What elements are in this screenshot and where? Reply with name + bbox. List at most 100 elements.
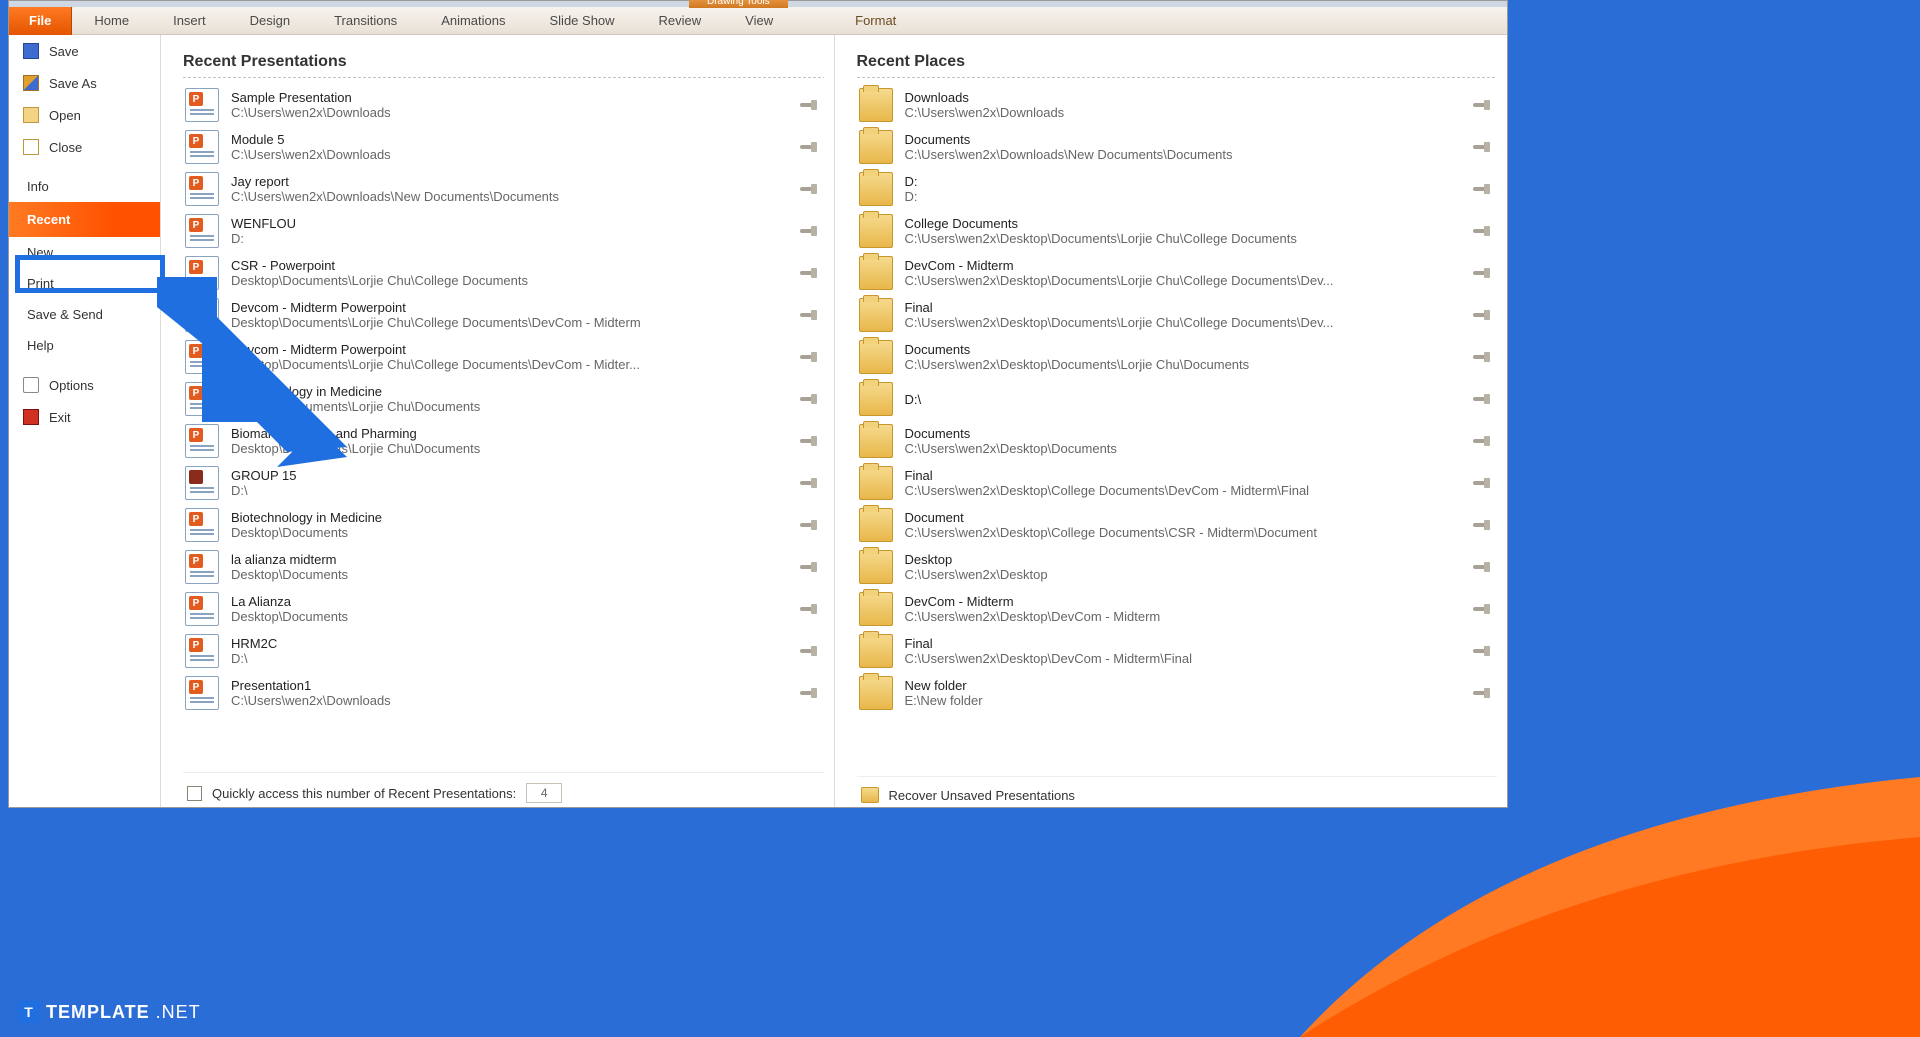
recent-place-item[interactable]: FinalC:\Users\wen2x\Desktop\College Docu… xyxy=(857,462,1494,504)
recent-presentation-item[interactable]: Devcom - Midterm PowerpointDesktop\Docum… xyxy=(183,294,820,336)
sidebar-save[interactable]: Save xyxy=(9,35,160,67)
tab-file[interactable]: File xyxy=(9,7,72,35)
pin-icon[interactable] xyxy=(1473,266,1491,280)
pin-icon[interactable] xyxy=(800,686,818,700)
recent-presentation-item[interactable]: Sample PresentationC:\Users\wen2x\Downlo… xyxy=(183,84,820,126)
quick-access-checkbox[interactable] xyxy=(187,786,202,801)
recent-places-list[interactable]: DownloadsC:\Users\wen2x\DownloadsDocumen… xyxy=(857,84,1498,776)
sidebar-save-as[interactable]: Save As xyxy=(9,67,160,99)
watermark: T TEMPLATE.NET xyxy=(18,1001,201,1023)
sidebar-close[interactable]: Close xyxy=(9,131,160,163)
recent-place-item[interactable]: DevCom - MidtermC:\Users\wen2x\Desktop\D… xyxy=(857,252,1494,294)
pin-icon[interactable] xyxy=(1473,308,1491,322)
sidebar-info[interactable]: Info xyxy=(9,171,160,202)
recent-presentation-item[interactable]: WENFLOUD: xyxy=(183,210,820,252)
pin-icon[interactable] xyxy=(1473,98,1491,112)
sidebar-help[interactable]: Help xyxy=(9,330,160,361)
sidebar-saveas-label: Save As xyxy=(49,76,97,91)
tab-transitions[interactable]: Transitions xyxy=(312,13,419,28)
pin-icon[interactable] xyxy=(800,434,818,448)
pin-icon[interactable] xyxy=(800,266,818,280)
recent-place-item[interactable]: College DocumentsC:\Users\wen2x\Desktop\… xyxy=(857,210,1494,252)
place-name: Final xyxy=(905,300,1462,315)
recent-presentation-item[interactable]: Jay reportC:\Users\wen2x\Downloads\New D… xyxy=(183,168,820,210)
recent-place-item[interactable]: D:D: xyxy=(857,168,1494,210)
recent-place-item[interactable]: FinalC:\Users\wen2x\Desktop\Documents\Lo… xyxy=(857,294,1494,336)
recent-place-item[interactable]: DocumentsC:\Users\wen2x\Desktop\Document… xyxy=(857,336,1494,378)
recent-presentation-item[interactable]: Devcom - Midterm PowerpointDesktop\Docum… xyxy=(183,336,820,378)
tab-slide-show[interactable]: Slide Show xyxy=(528,13,637,28)
recent-presentation-item[interactable]: HRM2CD:\ xyxy=(183,630,820,672)
pin-icon[interactable] xyxy=(800,350,818,364)
pin-icon[interactable] xyxy=(1473,602,1491,616)
sidebar-recent[interactable]: Recent xyxy=(9,202,160,237)
file-name: Biotechnology in Medicine xyxy=(231,510,788,525)
pin-icon[interactable] xyxy=(800,602,818,616)
pin-icon[interactable] xyxy=(1473,686,1491,700)
recent-place-item[interactable]: New folderE:\New folder xyxy=(857,672,1494,714)
recent-presentation-item[interactable]: Biotechnology in MedicineDesktop\Documen… xyxy=(183,504,820,546)
recent-presentation-item[interactable]: Biomanufacturing and PharmingDesktop\Doc… xyxy=(183,420,820,462)
row-text: DevCom - MidtermC:\Users\wen2x\Desktop\D… xyxy=(905,594,1462,624)
recent-presentation-item[interactable]: CSR - PowerpointDesktop\Documents\Lorjie… xyxy=(183,252,820,294)
tab-animations[interactable]: Animations xyxy=(419,13,527,28)
recent-presentation-item[interactable]: la alianza midtermDesktop\Documents xyxy=(183,546,820,588)
row-text: Presentation1C:\Users\wen2x\Downloads xyxy=(231,678,788,708)
pin-icon[interactable] xyxy=(1473,350,1491,364)
recent-presentation-item[interactable]: GROUP 15D:\ xyxy=(183,462,820,504)
tab-design[interactable]: Design xyxy=(228,13,312,28)
recent-place-item[interactable]: DocumentsC:\Users\wen2x\Downloads\New Do… xyxy=(857,126,1494,168)
pin-icon[interactable] xyxy=(800,308,818,322)
pin-icon[interactable] xyxy=(1473,476,1491,490)
pin-icon[interactable] xyxy=(1473,518,1491,532)
recent-place-item[interactable]: DesktopC:\Users\wen2x\Desktop xyxy=(857,546,1494,588)
pin-icon[interactable] xyxy=(800,476,818,490)
recent-presentation-item[interactable]: La AlianzaDesktop\Documents xyxy=(183,588,820,630)
pin-icon[interactable] xyxy=(1473,182,1491,196)
recent-presentation-item[interactable]: Presentation1C:\Users\wen2x\Downloads xyxy=(183,672,820,714)
recover-footer[interactable]: Recover Unsaved Presentations xyxy=(857,776,1498,807)
pin-icon[interactable] xyxy=(1473,140,1491,154)
pin-icon[interactable] xyxy=(800,182,818,196)
sidebar-new[interactable]: New xyxy=(9,237,160,268)
quick-access-count[interactable] xyxy=(526,783,562,803)
recent-place-item[interactable]: FinalC:\Users\wen2x\Desktop\DevCom - Mid… xyxy=(857,630,1494,672)
pin-icon[interactable] xyxy=(1473,392,1491,406)
pin-icon[interactable] xyxy=(800,560,818,574)
recent-place-item[interactable]: DownloadsC:\Users\wen2x\Downloads xyxy=(857,84,1494,126)
recent-place-item[interactable]: D:\ xyxy=(857,378,1494,420)
pin-icon[interactable] xyxy=(1473,224,1491,238)
sidebar-exit[interactable]: Exit xyxy=(9,401,160,433)
options-icon xyxy=(23,377,39,393)
pin-icon[interactable] xyxy=(800,98,818,112)
place-name: Downloads xyxy=(905,90,1462,105)
pin-icon[interactable] xyxy=(1473,560,1491,574)
recent-place-item[interactable]: DocumentC:\Users\wen2x\Desktop\College D… xyxy=(857,504,1494,546)
recent-presentation-item[interactable]: Module 5C:\Users\wen2x\Downloads xyxy=(183,126,820,168)
sidebar-open[interactable]: Open xyxy=(9,99,160,131)
file-path: D:\ xyxy=(231,483,788,498)
file-name: GROUP 15 xyxy=(231,468,788,483)
tab-review[interactable]: Review xyxy=(637,13,724,28)
pin-icon[interactable] xyxy=(800,224,818,238)
tab-home[interactable]: Home xyxy=(72,13,151,28)
tab-insert[interactable]: Insert xyxy=(151,13,228,28)
powerpoint-file-icon xyxy=(185,550,219,584)
pin-icon[interactable] xyxy=(800,392,818,406)
recent-presentations-list[interactable]: Sample PresentationC:\Users\wen2x\Downlo… xyxy=(183,84,824,772)
file-name: Devcom - Midterm Powerpoint xyxy=(231,342,788,357)
sidebar-options[interactable]: Options xyxy=(9,369,160,401)
recent-place-item[interactable]: DevCom - MidtermC:\Users\wen2x\Desktop\D… xyxy=(857,588,1494,630)
tab-format[interactable]: Format xyxy=(833,13,918,28)
recent-place-item[interactable]: DocumentsC:\Users\wen2x\Desktop\Document… xyxy=(857,420,1494,462)
pin-icon[interactable] xyxy=(1473,644,1491,658)
tab-view[interactable]: View xyxy=(723,13,795,28)
sidebar-print[interactable]: Print xyxy=(9,268,160,299)
pin-icon[interactable] xyxy=(800,140,818,154)
powerpoint-file-icon xyxy=(185,634,219,668)
pin-icon[interactable] xyxy=(800,644,818,658)
pin-icon[interactable] xyxy=(1473,434,1491,448)
sidebar-save-send[interactable]: Save & Send xyxy=(9,299,160,330)
recent-presentation-item[interactable]: Biotechnology in MedicineDesktop\Documen… xyxy=(183,378,820,420)
pin-icon[interactable] xyxy=(800,518,818,532)
